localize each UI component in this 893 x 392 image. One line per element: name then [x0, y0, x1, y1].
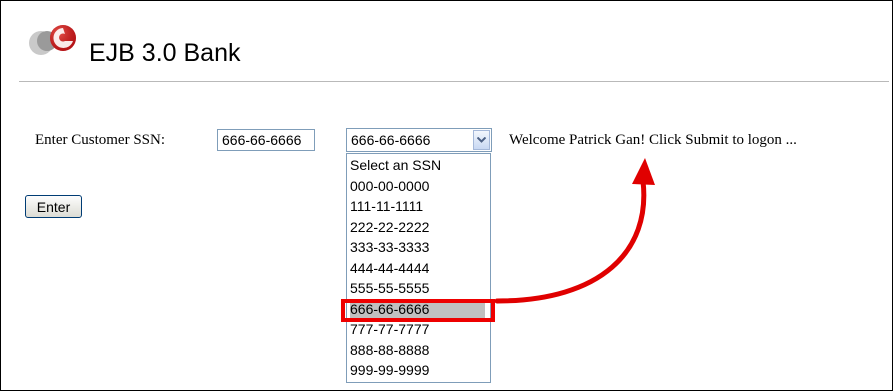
ssn-select[interactable]: 666-66-6666 — [346, 128, 492, 152]
ssn-option[interactable]: Select an SSN — [350, 156, 485, 175]
ssn-option[interactable]: 777-77-7777 — [350, 320, 485, 339]
ssn-input[interactable] — [217, 129, 315, 151]
ssn-option[interactable]: 555-55-5555 — [350, 279, 485, 298]
ssn-option[interactable]: 333-33-3333 — [350, 238, 485, 257]
ssn-option[interactable]: 222-22-2222 — [350, 218, 485, 237]
ssn-select-value: 666-66-6666 — [351, 132, 431, 148]
ssn-option[interactable]: 444-44-4444 — [350, 259, 485, 278]
app-title: EJB 3.0 Bank — [89, 39, 241, 67]
page-frame: EJB 3.0 Bank Enter Customer SSN: 666-66-… — [0, 0, 893, 391]
header-divider — [19, 81, 889, 82]
ssn-option[interactable]: 666-66-6666 — [350, 299, 485, 319]
dropdown-button[interactable] — [473, 130, 490, 150]
bank-logo-icon — [29, 25, 76, 55]
ssn-option[interactable]: 888-88-8888 — [350, 341, 485, 360]
ssn-option[interactable]: 111-11-1111 — [350, 197, 485, 216]
ssn-options-list[interactable]: Select an SSN 000-00-0000 111-11-1111 222-2… — [346, 153, 491, 383]
ssn-option[interactable]: 999-99-9999 — [350, 361, 485, 380]
welcome-message: Welcome Patrick Gan! Click Submit to log… — [509, 132, 797, 148]
ssn-option[interactable]: 000-00-0000 — [350, 177, 485, 196]
chevron-down-icon — [477, 137, 486, 143]
enter-button[interactable]: Enter — [25, 195, 82, 218]
ssn-label: Enter Customer SSN: — [35, 132, 165, 148]
